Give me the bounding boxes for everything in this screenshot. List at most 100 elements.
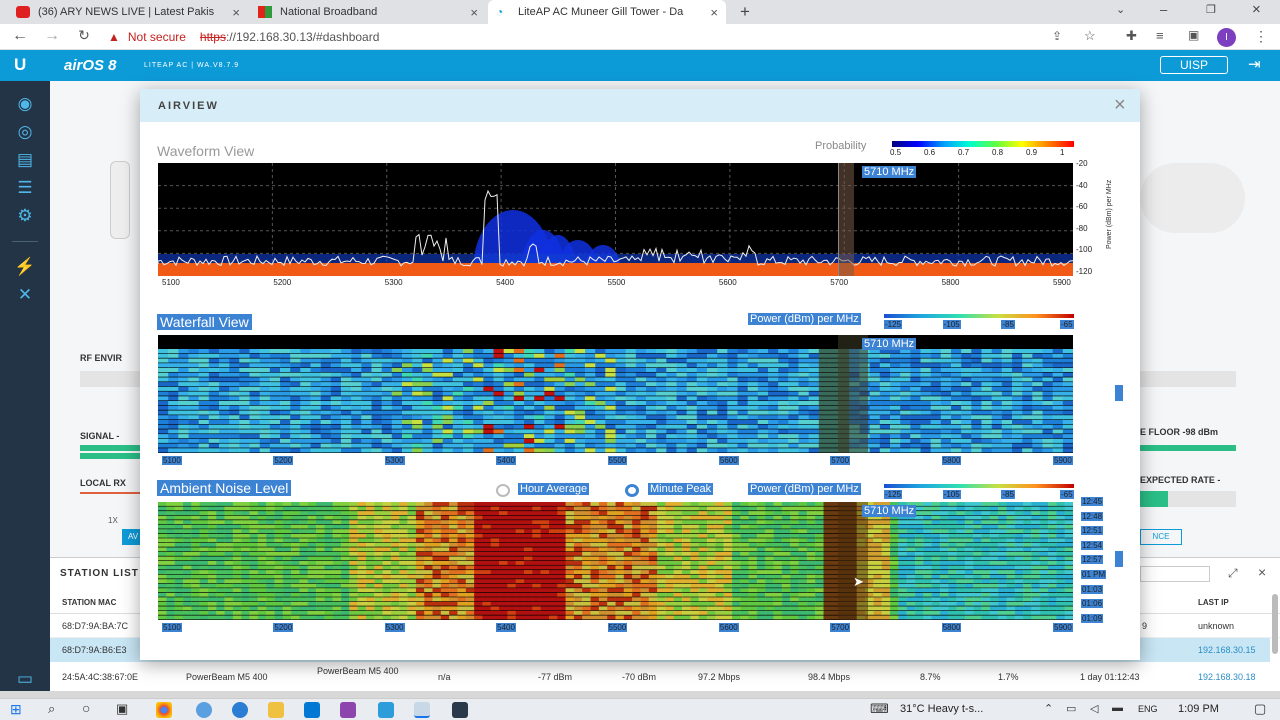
x-tick-label: 5600 (718, 623, 739, 632)
app-icon[interactable] (196, 702, 212, 718)
taskbar: ⊞ ⌕ ○ ▣ ⌨ 31°C Heavy t-s... ⌃ ▭ ◁ ▬ ENG … (0, 698, 1280, 720)
logout-icon[interactable]: ⇥ (1248, 55, 1261, 73)
search-icon[interactable]: ⌕ (48, 701, 55, 717)
settings-gear-icon[interactable]: ⚙ (13, 204, 37, 228)
ambient-plot[interactable]: 5710 MHz ➤ (158, 502, 1073, 620)
visual-studio-icon[interactable] (340, 702, 356, 718)
url-scheme: https (199, 30, 226, 44)
terminal-icon[interactable] (452, 702, 468, 718)
tab-ary-news[interactable]: (36) ARY NEWS LIVE | Latest Pakis × (8, 0, 248, 24)
language-indicator[interactable]: ENG (1138, 704, 1158, 714)
sidepanel-icon[interactable]: ▣ (1188, 28, 1199, 42)
file-explorer-icon[interactable] (268, 702, 284, 718)
uisp-button[interactable]: UISP (1160, 56, 1228, 74)
battery-icon[interactable]: ▬ (1112, 702, 1123, 714)
back-icon[interactable]: ← (10, 27, 30, 45)
network-icon[interactable]: ▤ (13, 148, 37, 172)
signal-label: SIGNAL - (80, 431, 120, 441)
keyboard-icon[interactable]: ⌨ (870, 701, 889, 717)
close-icon[interactable]: × (1258, 564, 1266, 580)
profile-avatar[interactable]: I (1217, 28, 1236, 47)
volume-icon[interactable]: ◁ (1090, 702, 1098, 715)
ambient-power-label: Power (dBm) per MHz (748, 483, 861, 495)
col-station-mac[interactable]: STATION MAC (62, 598, 116, 607)
notification-icon[interactable]: ▢ (1254, 701, 1266, 717)
network-icon[interactable]: ▭ (1066, 702, 1076, 715)
tab-liteap[interactable]: ◔ LiteAP AC Muneer Gill Tower - Da × (488, 0, 726, 24)
system-tray-icon[interactable]: ⌃ (1044, 702, 1053, 715)
expand-icon[interactable]: ⤢ (1228, 566, 1238, 581)
bar (1140, 491, 1236, 507)
minute-peak-radio[interactable] (625, 484, 639, 497)
frequency-marker[interactable] (838, 502, 868, 620)
window-close-icon[interactable]: × (1252, 1, 1261, 18)
store-icon[interactable] (304, 702, 320, 718)
security-label: Not secure (127, 30, 186, 44)
side-handle[interactable] (1115, 551, 1123, 567)
url-field[interactable]: ▲ Not secure https ://192.168.30.13/#das… (108, 26, 1123, 48)
waveform-chart (158, 163, 1073, 276)
task-view-icon[interactable]: ▣ (116, 701, 128, 717)
x-tick-label: 5900 (1053, 456, 1073, 465)
bookmark-star-icon[interactable]: ☆ (1084, 28, 1096, 44)
close-tab-icon[interactable]: × (470, 5, 478, 20)
x-tick-label: 5400 (496, 623, 516, 632)
ambient-title: Ambient Noise Level (157, 480, 292, 496)
cortana-icon[interactable]: ○ (82, 700, 90, 716)
waveform-plot[interactable]: 5710 MHz (158, 163, 1073, 276)
hour-average-label[interactable]: Hour Average (518, 483, 590, 495)
side-handle[interactable] (1115, 385, 1123, 401)
forward-icon[interactable]: → (42, 27, 62, 45)
close-tab-icon[interactable]: × (232, 5, 240, 20)
chrome-icon[interactable] (156, 702, 172, 718)
y-tick-label: 12:54 (1081, 540, 1104, 550)
hour-average-radio[interactable] (496, 484, 510, 497)
reload-icon[interactable]: ↻ (74, 27, 94, 44)
signal-bar (80, 453, 140, 459)
station-last-ip[interactable]: 192.168.30.18 (1198, 672, 1256, 682)
probability-band (158, 254, 1073, 264)
share-icon[interactable]: ⇪ (1052, 29, 1062, 43)
heatmap-cells (158, 349, 1073, 453)
clock-time[interactable]: 1:09 PM (1178, 703, 1219, 715)
maximize-icon[interactable]: ❐ (1206, 3, 1216, 16)
dashboard-icon[interactable]: ◉ (13, 92, 37, 116)
station-last-ip[interactable]: 192.168.30.15 (1198, 645, 1256, 655)
x-tick-label: 5100 (162, 623, 182, 632)
extensions-icon[interactable]: ✚ (1126, 28, 1137, 44)
station-search-input[interactable] (1140, 566, 1210, 582)
alignment-button[interactable]: NCE (1140, 529, 1182, 545)
close-tab-icon[interactable]: × (710, 5, 718, 20)
tools-wand-icon[interactable]: ⚡ (13, 255, 37, 279)
tab-national-broadband[interactable]: National Broadband × (250, 0, 486, 24)
minute-peak-label[interactable]: Minute Peak (648, 483, 714, 495)
edge-icon[interactable] (232, 702, 248, 718)
waterfall-heatmap (158, 349, 1073, 453)
chat-icon[interactable]: ▭ (13, 667, 37, 691)
scrollbar[interactable] (1272, 594, 1278, 654)
col-last-ip[interactable]: LAST IP (1198, 598, 1229, 607)
waveform-y-axis: -20 -40 -60 -80 -100 -120 (1076, 159, 1106, 284)
wireless-icon[interactable]: ◎ (13, 120, 37, 144)
x-tick-label: 5700 (830, 456, 851, 465)
modal-close-button[interactable]: × (1114, 94, 1126, 117)
minimize-icon[interactable]: – (1160, 2, 1167, 17)
windows-start-icon[interactable]: ⊞ (10, 701, 22, 718)
frequency-marker[interactable] (838, 163, 854, 276)
heatmap-cells (158, 502, 1073, 620)
app-icon[interactable] (378, 702, 394, 718)
waterfall-plot[interactable]: 5710 MHz (158, 335, 1073, 453)
menu-kebab-icon[interactable]: ⋮ (1254, 28, 1268, 45)
y-tick-label: 01:09 (1081, 613, 1104, 623)
new-tab-button[interactable]: + (740, 2, 750, 22)
tools-icon[interactable]: ✕ (13, 283, 37, 307)
table-row[interactable]: 24:5A:4C:38:67:0E PowerBeam M5 400 Power… (50, 662, 1280, 690)
chrome-active-icon[interactable] (414, 702, 430, 718)
weather-text[interactable]: 31°C Heavy t-s... (900, 703, 983, 715)
ubiquiti-logo[interactable]: U (14, 55, 26, 75)
services-icon[interactable]: ☰ (13, 176, 37, 200)
frequency-marker[interactable] (838, 335, 868, 453)
media-icon[interactable]: ≡ (1156, 28, 1164, 43)
station-mac: 68:D7:9A:B6:E3 (62, 645, 127, 655)
tab-search-icon[interactable]: ⌄ (1116, 3, 1125, 16)
